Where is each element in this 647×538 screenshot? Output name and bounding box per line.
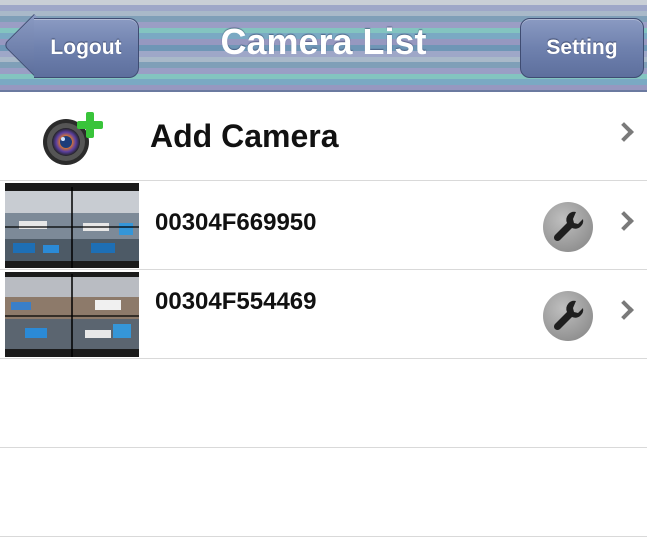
add-camera-row[interactable]: Add Camera [0, 92, 647, 181]
camera-row[interactable]: 00304F669950 [0, 181, 647, 270]
chevron-right-icon [614, 211, 634, 231]
camera-id-label: 00304F554469 [155, 288, 317, 315]
chevron-right-icon [614, 300, 634, 320]
add-camera-label: Add Camera [150, 118, 339, 154]
navigation-bar: Logout Camera List Setting [0, 5, 647, 92]
camera-thumbnail [5, 183, 139, 268]
chevron-right-icon [614, 122, 634, 142]
empty-row [0, 448, 647, 537]
camera-row[interactable]: 00304F554469 [0, 270, 647, 359]
camera-id-label: 00304F669950 [155, 209, 317, 236]
wrench-icon[interactable] [543, 291, 593, 341]
setting-button[interactable]: Setting [520, 18, 644, 78]
wrench-icon[interactable] [543, 202, 593, 252]
camera-thumbnail [5, 272, 139, 357]
camera-add-icon [43, 112, 103, 165]
empty-row [0, 359, 647, 448]
